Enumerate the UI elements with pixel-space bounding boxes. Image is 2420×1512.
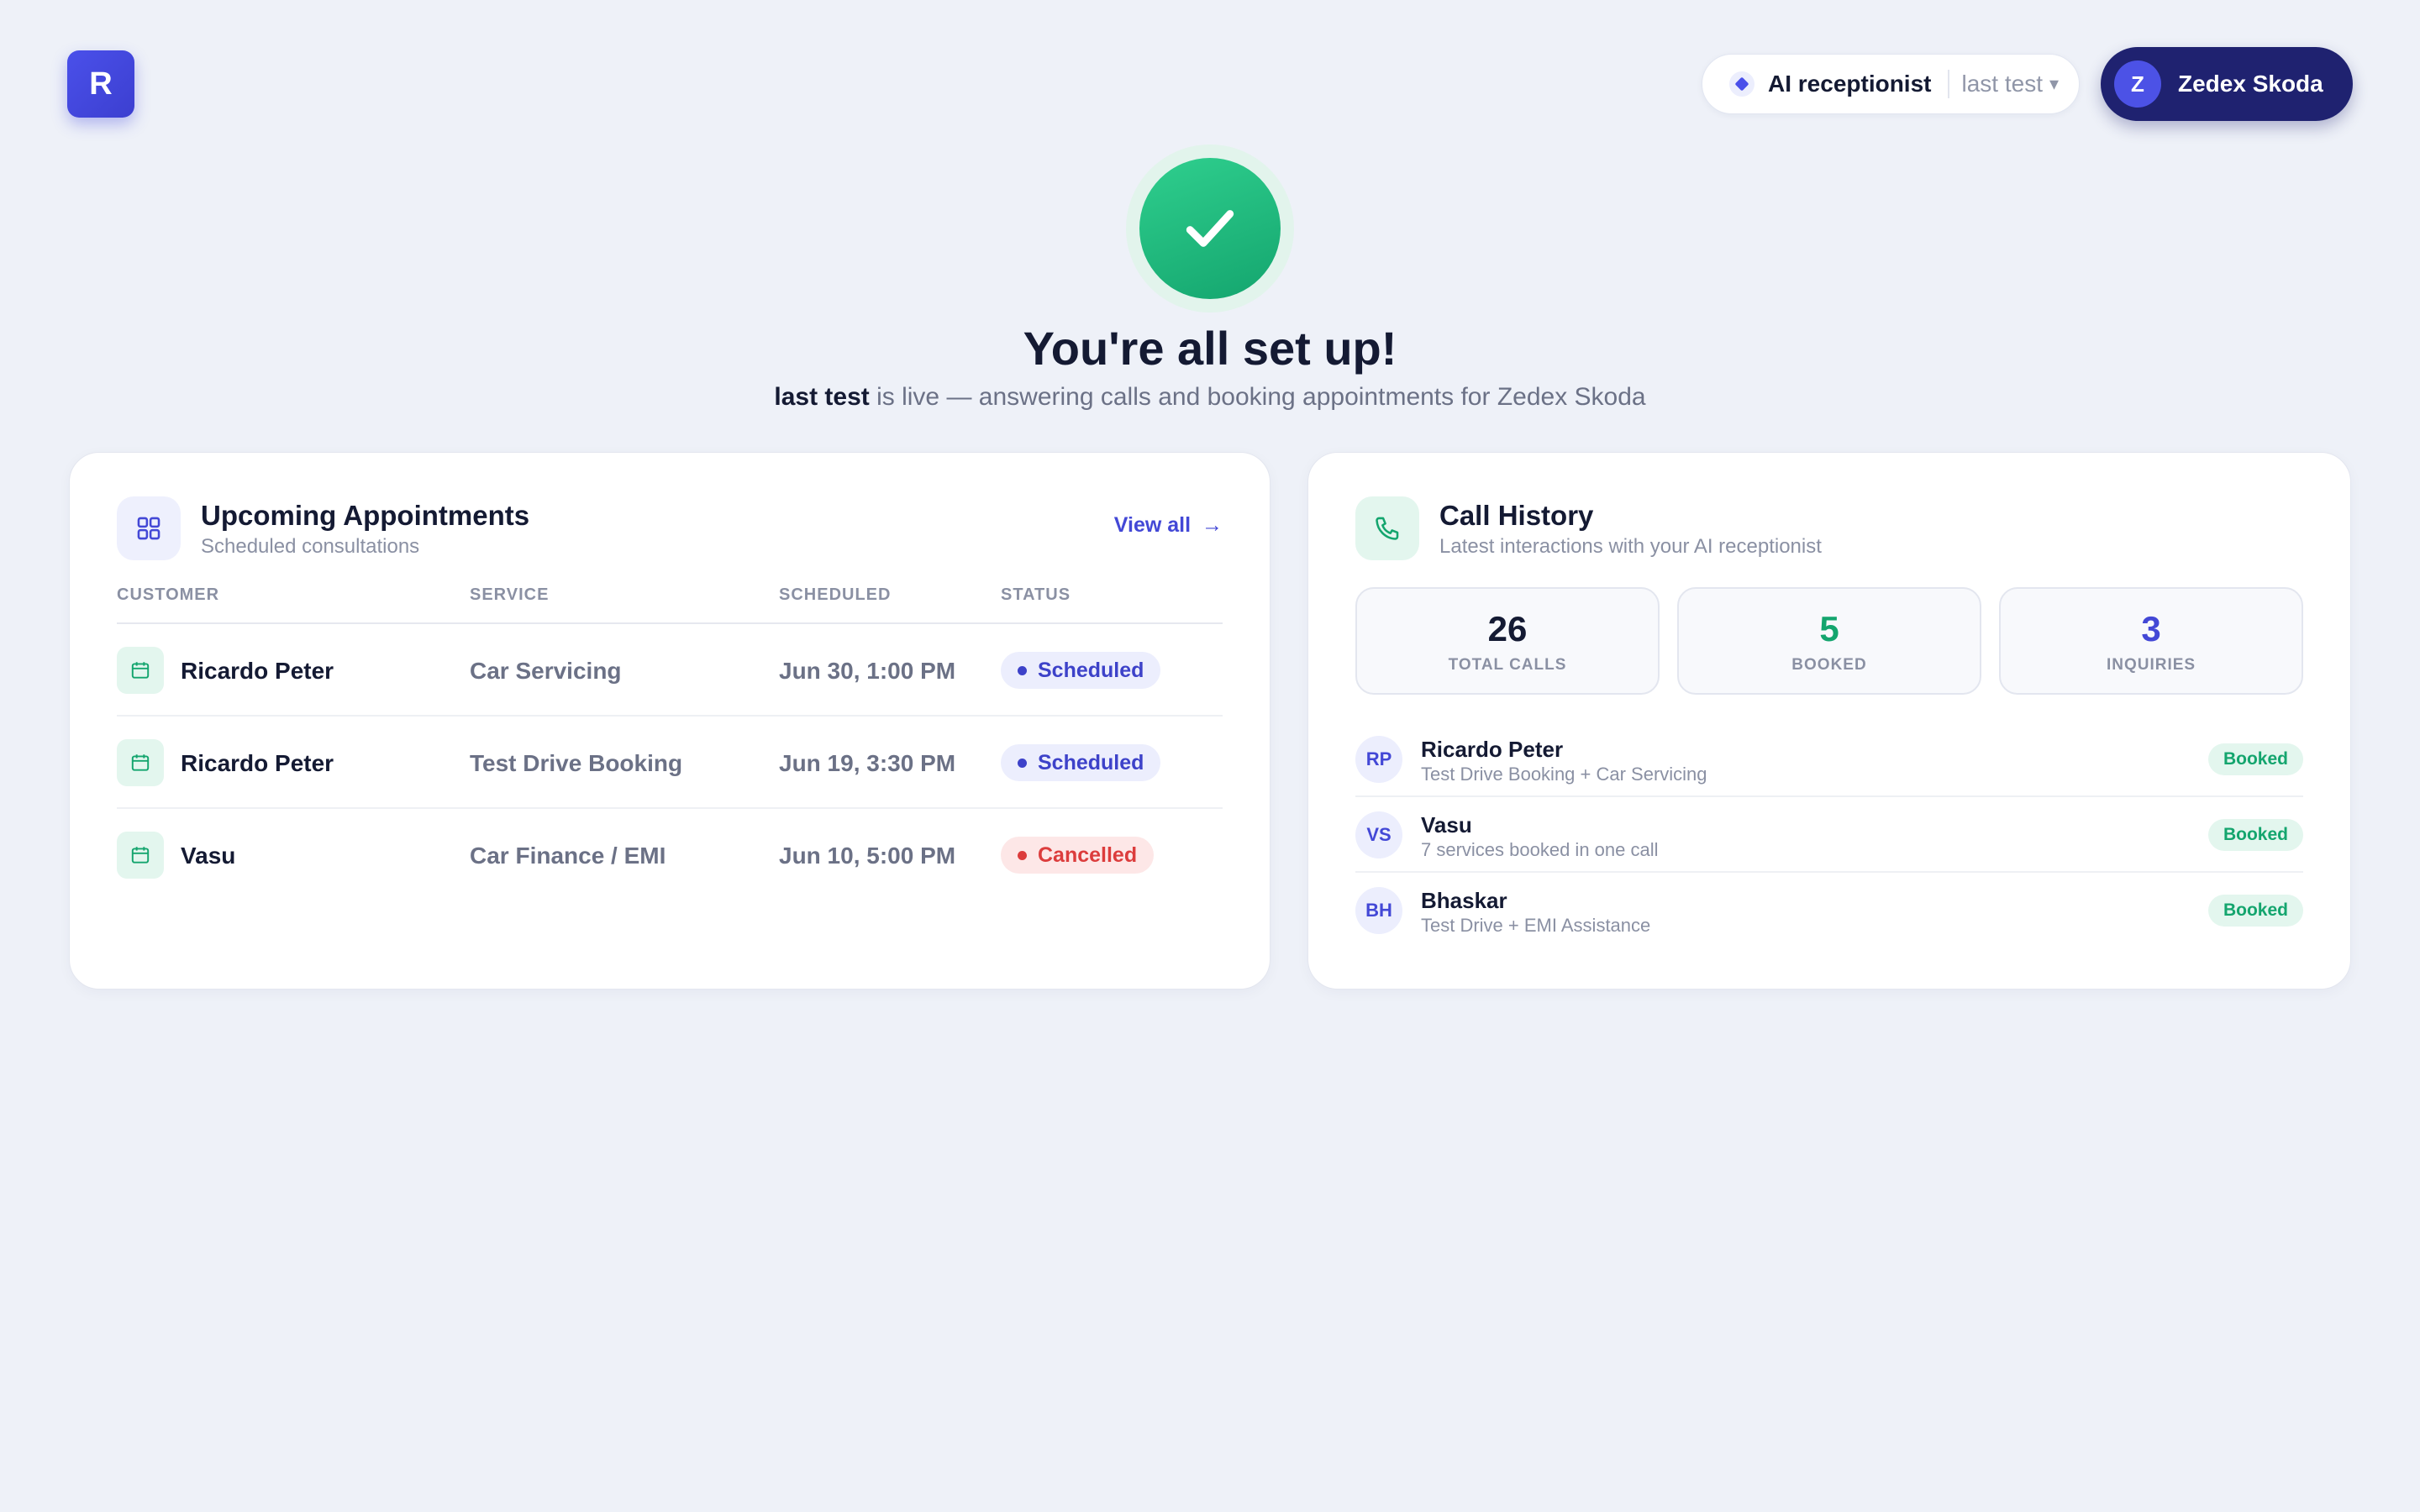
status-badge: Scheduled	[1001, 652, 1161, 689]
appointments-subtitle: Scheduled consultations	[201, 535, 420, 558]
stat-value: 5	[1819, 609, 1839, 648]
call-history-title: Call History	[1439, 500, 1594, 531]
hero-title: You're all set up!	[1023, 322, 1397, 375]
call-history-subtitle: Latest interactions with your AI recepti…	[1439, 535, 1822, 558]
calendar-icon	[117, 832, 164, 879]
appointments-title: Upcoming Appointments	[201, 500, 530, 531]
call-summary: Test Drive + EMI Assistance	[1421, 915, 1651, 936]
stat-label: BOOKED	[1791, 656, 1867, 674]
table-row[interactable]: Vasu Car Finance / EMI Jun 10, 5:00 PM C…	[117, 809, 1223, 901]
agent-divider	[1948, 70, 1950, 98]
agent-name: last test	[1961, 71, 2043, 97]
column-header-status: STATUS	[1001, 585, 1071, 604]
call-status-badge: Booked	[2207, 895, 2303, 927]
stat-label: TOTAL CALLS	[1448, 656, 1567, 674]
customer-name: Ricardo Peter	[181, 658, 334, 684]
column-header-customer: CUSTOMER	[117, 585, 220, 604]
scheduled-time: Jun 10, 5:00 PM	[779, 843, 956, 869]
appointments-card: Upcoming Appointments Scheduled consulta…	[69, 452, 1270, 990]
app-logo[interactable]: R	[67, 50, 134, 118]
user-name: Zedex Skoda	[2178, 71, 2323, 97]
status-badge: Scheduled	[1001, 744, 1161, 781]
call-list-item[interactable]: BH Bhaskar Test Drive + EMI Assistance B…	[1355, 873, 2303, 948]
table-row[interactable]: Ricardo Peter Test Drive Booking Jun 19,…	[117, 717, 1223, 809]
view-all-label: View all	[1113, 513, 1192, 537]
caret-down-icon: ▾	[2049, 73, 2060, 94]
call-summary: 7 services booked in one call	[1421, 839, 1659, 860]
column-header-scheduled: SCHEDULED	[779, 585, 892, 604]
status-badge: Cancelled	[1001, 837, 1155, 874]
user-avatar: Z	[2114, 60, 2161, 108]
stat-value: 26	[1487, 609, 1528, 648]
caller-avatar: BH	[1355, 887, 1402, 934]
stat-value: 3	[2141, 609, 2161, 648]
call-history-card: Call History Latest interactions with yo…	[1307, 452, 2351, 990]
success-badge	[1126, 144, 1294, 312]
caller-name: Vasu	[1421, 812, 1472, 837]
hero-subtitle: last test is live — answering calls and …	[0, 383, 2420, 412]
caller-name: Ricardo Peter	[1421, 737, 1564, 762]
stat-label: INQUIRIES	[2106, 656, 2196, 674]
agent-label: AI receptionist	[1768, 71, 1932, 97]
stat-booked: 5 BOOKED	[1677, 587, 1981, 695]
user-menu[interactable]: Z Zedex Skoda	[2101, 47, 2353, 121]
scheduled-time: Jun 30, 1:00 PM	[779, 658, 956, 684]
diamond-icon	[1729, 71, 1754, 97]
call-list-item[interactable]: VS Vasu 7 services booked in one call Bo…	[1355, 797, 2303, 873]
table-row[interactable]: Ricardo Peter Car Servicing Jun 30, 1:00…	[117, 624, 1223, 717]
arrow-right-icon: →	[1202, 513, 1223, 537]
stat-total-calls: 26 TOTAL CALLS	[1355, 587, 1660, 695]
hero-agent-name: last test	[774, 383, 870, 411]
call-summary: Test Drive Booking + Car Servicing	[1421, 764, 1707, 785]
calendar-icon	[117, 739, 164, 786]
agent-selector[interactable]: AI receptionist last test ▾	[1702, 54, 2080, 114]
view-all-link[interactable]: View all →	[1114, 513, 1223, 538]
call-list-item[interactable]: RP Ricardo Peter Test Drive Booking + Ca…	[1355, 722, 2303, 797]
call-status-badge: Booked	[2207, 819, 2303, 851]
caller-avatar: VS	[1355, 811, 1402, 858]
scheduled-time: Jun 19, 3:30 PM	[779, 750, 956, 776]
stat-inquiries: 3 INQUIRIES	[1999, 587, 2303, 695]
caller-name: Bhaskar	[1421, 888, 1507, 913]
service-name: Test Drive Booking	[470, 750, 683, 776]
hero-subtitle-text: is live — answering calls and booking ap…	[869, 383, 1646, 411]
customer-name: Vasu	[181, 843, 236, 869]
phone-icon	[1355, 496, 1419, 560]
service-name: Car Finance / EMI	[470, 843, 666, 869]
service-name: Car Servicing	[470, 658, 622, 684]
caller-avatar: RP	[1355, 736, 1402, 783]
calendar-icon	[117, 647, 164, 694]
column-header-service: SERVICE	[470, 585, 550, 604]
customer-name: Ricardo Peter	[181, 750, 334, 776]
call-status-badge: Booked	[2207, 743, 2303, 775]
checkmark-icon	[1186, 210, 1234, 247]
grid-icon	[117, 496, 181, 560]
